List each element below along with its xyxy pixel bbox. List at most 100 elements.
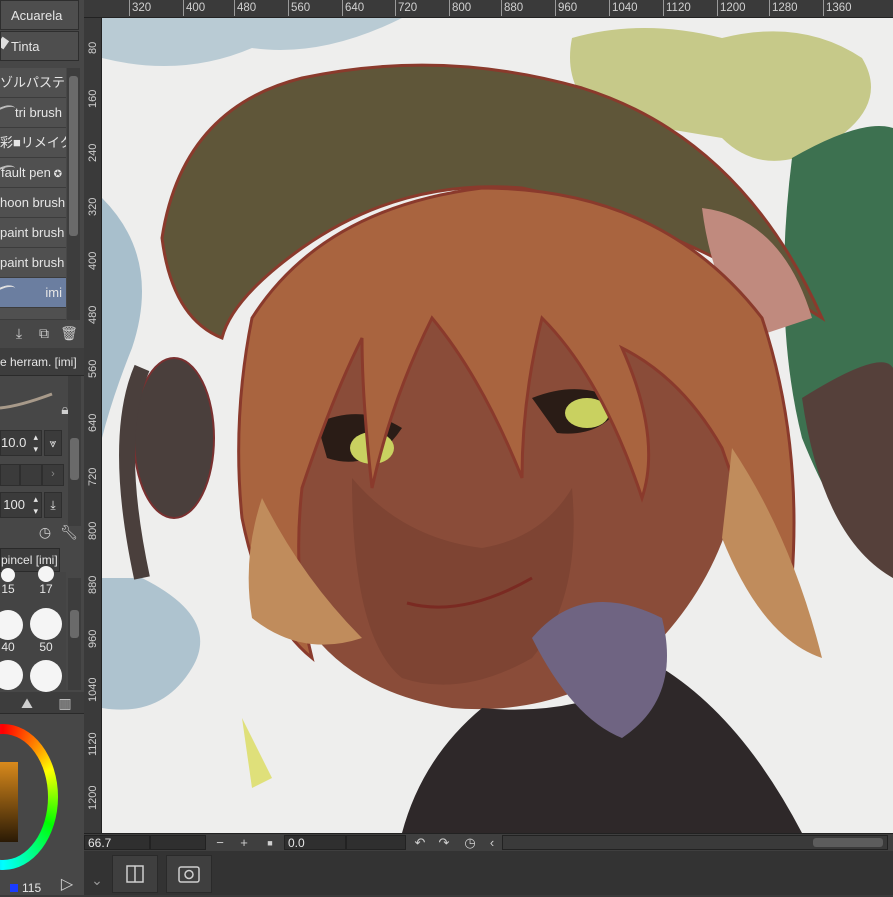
- ruler-label: 1280: [769, 0, 798, 16]
- stroke-preview-svg: [0, 392, 53, 410]
- rotate-right-icon[interactable]: ↷: [436, 835, 452, 851]
- canvas-illustration: [102, 18, 893, 833]
- zoom-out-icon[interactable]: −: [212, 835, 228, 851]
- snapshot-button[interactable]: [166, 855, 212, 893]
- spin-arrows-icon[interactable]: ▴ ▾: [33, 431, 38, 455]
- blue-channel-swatch: [10, 884, 18, 892]
- brush-size-cell-70[interactable]: [30, 660, 62, 692]
- zoom-field[interactable]: 66.7: [84, 835, 150, 850]
- ruler-label: 800: [87, 521, 99, 540]
- brush-size-cell-17[interactable]: 17: [30, 566, 62, 600]
- sublist-item-partial[interactable]: [0, 308, 66, 320]
- tool-property-title: e herram. [imi]: [0, 355, 77, 369]
- ruler-label: 1200: [717, 0, 746, 16]
- ruler-label: 560: [287, 0, 311, 16]
- sublist-item-label: ゾルパステル: [0, 75, 66, 90]
- drawing-canvas[interactable]: [102, 18, 893, 833]
- rotation-field[interactable]: 0.0: [284, 835, 346, 850]
- ruler-label: 160: [87, 89, 99, 108]
- color-square[interactable]: [0, 762, 18, 842]
- zoom-slider[interactable]: [150, 835, 206, 850]
- left-panel: Acuarela Tinta ゾルパステル tri brush 彩■リメイク f…: [0, 0, 84, 895]
- ruler-label: 1120: [663, 0, 691, 16]
- brush-size-value: 10.0: [1, 435, 27, 450]
- brush-size-label: 17: [39, 582, 53, 596]
- scroll-thumb[interactable]: [813, 838, 883, 847]
- play-icon[interactable]: ▷: [58, 876, 76, 894]
- brush-size-cell-60[interactable]: [0, 660, 24, 690]
- size-dynamics-icon[interactable]: ⩔: [44, 430, 62, 456]
- sublist-item-acuarela[interactable]: Acuarela: [0, 0, 79, 30]
- wrench-icon[interactable]: 🔧︎: [60, 523, 78, 541]
- brush-size-cell-50[interactable]: 50: [30, 608, 62, 654]
- sublist-item-default-pen[interactable]: fault pen ✪: [0, 158, 66, 188]
- reset-rotation-icon[interactable]: ◷: [462, 835, 478, 851]
- ruler-label: 400: [182, 0, 206, 16]
- brush-stroke-preview: [0, 382, 60, 418]
- sublist-item-hoon-brush[interactable]: hoon brush: [0, 188, 66, 218]
- ruler-label: 240: [87, 143, 99, 162]
- scroll-thumb[interactable]: [69, 76, 78, 236]
- brush-size-cell-15[interactable]: 15: [0, 568, 24, 600]
- property-scrollbar[interactable]: [68, 376, 81, 526]
- import-icon[interactable]: ⤓: [10, 324, 28, 342]
- fit-square-icon[interactable]: ■: [262, 835, 278, 851]
- ruler-label: 480: [233, 0, 257, 16]
- trash-icon[interactable]: 🗑: [60, 324, 78, 342]
- brush-size-grid: 15 17 40 50: [0, 566, 66, 692]
- sublist-item-imi[interactable]: imi: [0, 278, 66, 308]
- stroke-preview: [0, 282, 18, 302]
- stabilizer-icon[interactable]: ◷: [36, 523, 54, 541]
- sublist-item-tri-brush[interactable]: tri brush: [0, 98, 66, 128]
- bottom-toolbar: ⌄: [84, 851, 893, 895]
- zoom-in-icon[interactable]: +: [236, 835, 252, 851]
- ruler-label: 720: [87, 467, 99, 486]
- ruler-label: 960: [554, 0, 578, 16]
- brush-size-scrollbar[interactable]: [68, 578, 81, 690]
- duplicate-icon[interactable]: ⧉: [35, 324, 53, 342]
- navigator-bar: 66.7 − + ■ 0.0 ↶ ↷ ◷ ‹: [84, 833, 893, 851]
- ruler-label: 1360: [823, 0, 852, 16]
- panel-toggle-button[interactable]: [112, 855, 158, 893]
- brush-size-field[interactable]: 10.0 ▴ ▾: [0, 430, 42, 456]
- settings-icon: ✪: [50, 169, 62, 180]
- color-value-text: 115: [22, 881, 42, 895]
- horizontal-scrollbar[interactable]: [502, 835, 888, 850]
- color-set-tab-icon[interactable]: ▥: [56, 694, 74, 712]
- rotate-left-icon[interactable]: ↶: [412, 835, 428, 851]
- brush-size-title: pincel [imi]: [1, 553, 58, 567]
- sublist-item-paint-brush-2[interactable]: paint brush: [0, 248, 66, 278]
- brush-size-cell-40[interactable]: 40: [0, 610, 24, 654]
- ruler-label: 1040: [609, 0, 638, 16]
- ruler-label: 1200: [87, 785, 99, 810]
- sublist-item-label: paint brush: [0, 255, 65, 270]
- ruler-label: 960: [87, 629, 99, 648]
- tool-property-tab[interactable]: e herram. [imi]: [0, 348, 84, 376]
- sublist-item-remake[interactable]: 彩■リメイク: [0, 128, 66, 158]
- brush-opacity-field[interactable]: 100 ▴ ▾: [0, 492, 42, 518]
- scroll-left-icon[interactable]: ‹: [484, 835, 500, 851]
- sublist-item-label: tri brush: [15, 105, 62, 120]
- brush-size-label: 15: [1, 582, 15, 596]
- sublist-item-pastel[interactable]: ゾルパステル: [0, 68, 66, 98]
- ruler-label: 1040: [87, 677, 99, 702]
- ruler-label: 880: [87, 575, 99, 594]
- opacity-dynamics-icon[interactable]: ⤓: [44, 492, 62, 518]
- brush-size-label: 40: [1, 640, 15, 654]
- scroll-thumb[interactable]: [70, 610, 79, 638]
- sublist-item-paint-brush-1[interactable]: paint brush: [0, 218, 66, 248]
- sublist-scrollbar[interactable]: [67, 68, 80, 320]
- rotation-slider[interactable]: [346, 835, 406, 850]
- pressure-setting-row[interactable]: ›: [0, 462, 64, 486]
- ruler-label: 400: [87, 251, 99, 270]
- ruler-label: 480: [87, 305, 99, 324]
- ruler-label: 560: [87, 359, 99, 378]
- color-wheel-tab-icon[interactable]: ⛰: [18, 694, 36, 712]
- sublist-item-label: Acuarela: [11, 8, 63, 23]
- sublist-item-label: imi: [45, 285, 62, 300]
- scroll-thumb[interactable]: [70, 438, 79, 480]
- ruler-label: 640: [87, 413, 99, 432]
- spin-arrows-icon[interactable]: ▴ ▾: [33, 493, 38, 517]
- sublist-item-tinta[interactable]: Tinta: [0, 31, 79, 61]
- chevron-down-icon[interactable]: ⌄: [88, 871, 106, 889]
